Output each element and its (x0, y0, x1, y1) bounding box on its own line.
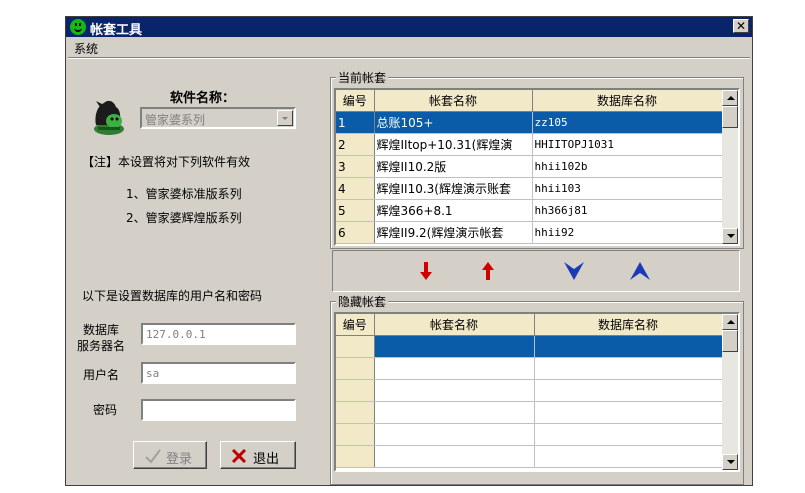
software-combo-value: 管家婆系列 (145, 113, 206, 127)
checkmark-icon (145, 449, 161, 464)
exit-button[interactable]: 退出 (220, 441, 296, 469)
red-up-arrow-icon[interactable] (481, 261, 495, 281)
row-db-name: HHIITOPJ1031 (532, 133, 723, 156)
col-header-no[interactable]: 编号 (336, 314, 375, 336)
hidden-sets-grid[interactable]: 编号 帐套名称 数据库名称 (334, 312, 740, 472)
col-header-no[interactable]: 编号 (336, 90, 375, 112)
row-no: 6 (336, 221, 375, 244)
col-header-set-name[interactable]: 帐套名称 (374, 314, 535, 336)
user-label: 用户名 (83, 368, 120, 382)
row-no: 2 (336, 133, 375, 156)
current-sets-scrollbar[interactable] (722, 90, 738, 244)
col-header-set-name[interactable]: 帐套名称 (374, 90, 533, 112)
row-set-name: 辉煌II10.2版 (374, 155, 533, 178)
menu-bar: 系统 (66, 38, 752, 56)
table-row[interactable] (336, 379, 723, 402)
row-set-name: 辉煌366+8.1 (374, 199, 533, 222)
table-row[interactable]: 4 辉煌II10.3(辉煌演示账套 hhii103 (336, 177, 723, 200)
menu-system[interactable]: 系统 (74, 40, 98, 57)
row-set-name: 辉煌II9.2(辉煌演示帐套 (374, 221, 533, 244)
user-input-value: sa (146, 367, 160, 380)
blue-down-arrowhead-icon[interactable] (563, 260, 585, 282)
hidden-sets-scrollbar[interactable] (722, 314, 738, 470)
smiley-app-icon (70, 19, 86, 35)
row-set-name: 辉煌II10.3(辉煌演示账套 (374, 177, 533, 200)
exit-button-label: 退出 (253, 452, 280, 467)
row-no: 5 (336, 199, 375, 222)
row-no: 3 (336, 155, 375, 178)
table-row[interactable]: 2 辉煌IItop+10.31(辉煌演 HHIITOPJ1031 (336, 133, 723, 156)
row-db-name: hh366j81 (532, 199, 723, 222)
note-item-2: 2、管家婆辉煌版系列 (126, 211, 242, 225)
col-header-db-name[interactable]: 数据库名称 (532, 90, 723, 112)
mascot-logo-icon (94, 100, 124, 135)
password-input[interactable] (141, 399, 296, 421)
row-db-name: hhii102b (532, 155, 723, 178)
row-set-name: 辉煌IItop+10.31(辉煌演 (374, 133, 533, 156)
server-label-line2: 服务器名 (77, 339, 126, 353)
table-row[interactable] (336, 423, 723, 446)
row-db-name: hhii103 (532, 177, 723, 200)
note-item-1: 1、管家婆标准版系列 (126, 187, 242, 201)
scroll-down-icon[interactable] (722, 454, 738, 470)
red-down-arrow-icon[interactable] (419, 261, 433, 281)
db-settings-intro: 以下是设置数据库的用户名和密码 (82, 289, 263, 303)
software-name-label: 软件名称： (170, 91, 236, 106)
row-no: 4 (336, 177, 375, 200)
table-row[interactable] (336, 335, 723, 358)
scroll-up-icon[interactable] (722, 314, 738, 330)
server-input-value: 127.0.0.1 (146, 328, 206, 341)
row-db-name: zz105 (532, 111, 723, 134)
window-title: 帐套工具 (90, 23, 143, 38)
current-sets-title: 当前帐套 (336, 69, 389, 86)
login-button-label: 登录 (166, 452, 193, 467)
table-row[interactable] (336, 445, 723, 468)
table-row[interactable] (336, 357, 723, 380)
server-input[interactable]: 127.0.0.1 (141, 323, 296, 345)
user-input[interactable]: sa (141, 362, 296, 384)
title-bar[interactable]: 帐套工具 ✕ (66, 17, 752, 38)
scroll-down-icon[interactable] (722, 228, 738, 244)
server-label-line1: 数据库 (83, 323, 120, 337)
hidden-sets-title: 隐藏帐套 (336, 293, 389, 310)
main-window: 帐套工具 ✕ 系统 软件名称： 管家婆系列 【注】本设置将对下列软件有效 1、管… (65, 16, 753, 486)
row-db-name: hhii92 (532, 221, 723, 244)
table-row[interactable]: 1 总账105+ zz105 (336, 111, 723, 134)
table-row[interactable]: 6 辉煌II9.2(辉煌演示帐套 hhii92 (336, 221, 723, 244)
login-button[interactable]: 登录 (133, 441, 207, 469)
arrow-button-panel (332, 250, 740, 292)
scroll-up-icon[interactable] (722, 90, 738, 106)
scroll-thumb[interactable] (722, 330, 738, 352)
blue-up-arrowhead-icon[interactable] (629, 260, 651, 282)
col-header-db-name[interactable]: 数据库名称 (534, 314, 723, 336)
red-x-icon (231, 449, 247, 463)
row-no: 1 (336, 111, 375, 134)
password-label: 密码 (93, 403, 118, 417)
software-combo[interactable]: 管家婆系列 (140, 107, 296, 129)
note-text: 【注】本设置将对下列软件有效 (82, 155, 251, 169)
table-row[interactable] (336, 401, 723, 424)
menu-divider (68, 57, 750, 59)
close-button[interactable]: ✕ (733, 19, 749, 33)
chevron-down-icon[interactable] (277, 110, 293, 126)
row-set-name: 总账105+ (374, 111, 533, 134)
table-row[interactable]: 5 辉煌366+8.1 hh366j81 (336, 199, 723, 222)
table-row[interactable]: 3 辉煌II10.2版 hhii102b (336, 155, 723, 178)
scroll-thumb[interactable] (722, 106, 738, 128)
current-sets-grid[interactable]: 编号 帐套名称 数据库名称 1 总账105+ zz105 2 辉煌IItop+1… (334, 88, 740, 246)
